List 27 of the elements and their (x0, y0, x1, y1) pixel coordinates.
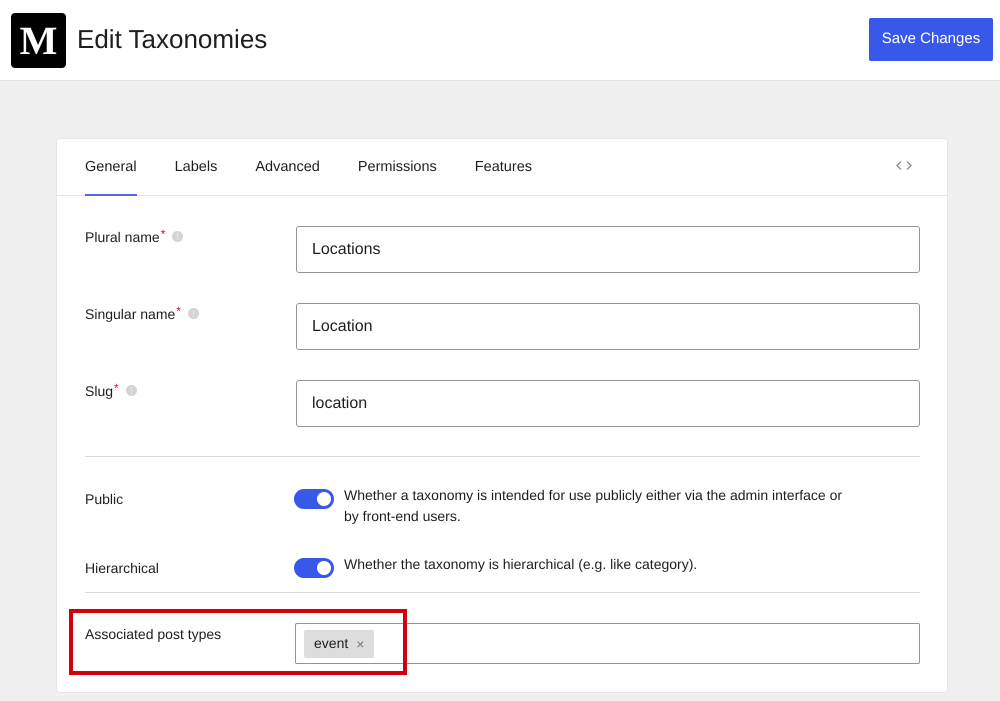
tab[interactable]: General (85, 139, 137, 196)
tags-field[interactable]: event × (295, 623, 920, 664)
toggle-switch[interactable] (294, 558, 334, 578)
field-label: Public (85, 490, 124, 509)
required-asterisk: * (160, 227, 166, 241)
tab[interactable]: Labels (174, 139, 218, 196)
field-label: Slug (85, 382, 114, 401)
tab[interactable]: Permissions (358, 139, 437, 196)
text-field[interactable]: location (296, 380, 920, 427)
logo: M (11, 12, 66, 68)
tab[interactable]: Features (474, 139, 532, 196)
page-title: Edit Taxonomies (77, 24, 268, 56)
code-icon[interactable] (896, 160, 912, 170)
save-button[interactable]: Save Changes (869, 18, 993, 60)
text-field[interactable]: Location (296, 303, 920, 350)
tab[interactable]: Advanced (255, 139, 320, 196)
tag-label: event (314, 634, 348, 653)
field-description: Whether a taxonomy is intended for use publicly either via the admin interface or by front-end users. (344, 486, 844, 526)
field-description: Whether the taxonomy is hierarchical (e.g. like category). (344, 555, 698, 574)
field-label: Plural name (85, 228, 160, 247)
field-label: Hierarchical (85, 559, 159, 578)
text-field[interactable]: Locations (296, 226, 920, 273)
toggle-switch[interactable] (294, 489, 334, 509)
required-asterisk: * (176, 304, 181, 318)
required-asterisk: * (114, 381, 119, 395)
field-label: Singular name (85, 305, 176, 324)
field-label: Associated post types (85, 625, 222, 644)
